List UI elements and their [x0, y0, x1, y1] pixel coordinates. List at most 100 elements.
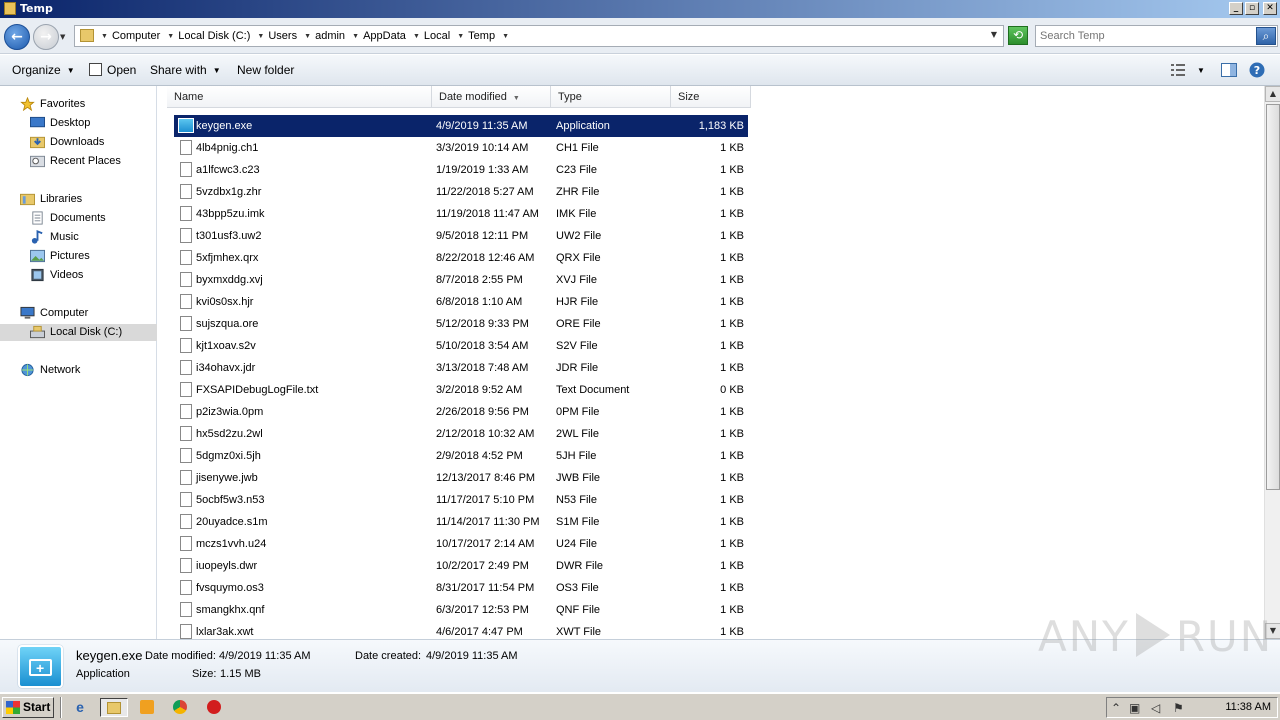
search-input[interactable]: [1040, 28, 1250, 44]
file-row[interactable]: t301usf3.uw2 9/5/2018 12:11 PM UW2 File 1 K…: [174, 225, 748, 247]
search-icon[interactable]: ⌕: [1256, 27, 1276, 45]
media-player-icon[interactable]: [137, 698, 157, 717]
file-row[interactable]: kjt1xoav.s2v 5/10/2018 3:54 AM S2V File 1 K…: [174, 335, 748, 357]
breadcrumb-item[interactable]: admin: [315, 30, 345, 42]
clock[interactable]: 11:38 AM: [1225, 701, 1271, 713]
file-list: Name Date modified ▼ Type Size keygen.exe…: [160, 86, 1280, 639]
nav-local-disk[interactable]: Local Disk (C:): [0, 324, 157, 341]
minimize-button[interactable]: _: [1229, 2, 1243, 15]
file-row[interactable]: fvsquymo.os3 8/31/2017 11:54 PM OS3 File 1 …: [174, 577, 748, 599]
scrollbar-thumb[interactable]: [1266, 104, 1280, 490]
file-row[interactable]: a1lfcwc3.c23 1/19/2019 1:33 AM C23 File 1 K…: [174, 159, 748, 181]
new-folder-button[interactable]: New folder: [237, 63, 294, 77]
breadcrumb-item[interactable]: Local Disk (C:): [178, 30, 250, 42]
volume-icon[interactable]: ◁: [1151, 701, 1160, 715]
nav-pictures[interactable]: Pictures: [0, 248, 157, 265]
internet-explorer-icon[interactable]: e: [70, 698, 90, 717]
show-hidden-icons-icon[interactable]: ⌃: [1111, 701, 1121, 715]
nav-label: Music: [50, 231, 79, 243]
file-row[interactable]: smangkhx.qnf 6/3/2017 12:53 PM QNF File 1 K…: [174, 599, 748, 621]
breadcrumb-item[interactable]: Local: [424, 30, 450, 42]
chevron-down-icon[interactable]: ▼: [101, 33, 108, 40]
start-button[interactable]: Start: [2, 697, 54, 718]
open-button[interactable]: Open: [89, 63, 136, 77]
file-row[interactable]: keygen.exe 4/9/2019 11:35 AM Application 1,…: [174, 115, 748, 137]
search-box[interactable]: ⌕: [1035, 25, 1278, 47]
column-header-type[interactable]: Type: [551, 86, 671, 108]
address-bar[interactable]: ▼ Computer ▼ Local Disk (C:) ▼ Users ▼ admin…: [74, 25, 1004, 47]
breadcrumb-item[interactable]: Computer: [112, 30, 160, 42]
maximize-button[interactable]: ▫: [1245, 2, 1259, 15]
share-with-button[interactable]: Share with ▼: [150, 63, 221, 77]
file-icon: [180, 140, 192, 155]
scroll-up-button[interactable]: ▲: [1265, 86, 1280, 102]
file-row[interactable]: p2iz3wia.0pm 2/26/2018 9:56 PM 0PM File 1 K…: [174, 401, 748, 423]
address-history-dropdown[interactable]: ▼: [991, 30, 997, 39]
file-date-modified: 4/9/2019 11:35 AM: [436, 120, 528, 132]
chevron-down-icon[interactable]: ▼: [352, 33, 359, 40]
file-row[interactable]: FXSAPIDebugLogFile.txt 3/2/2018 9:52 AM Te…: [174, 379, 748, 401]
close-button[interactable]: ✕: [1263, 2, 1277, 15]
help-icon[interactable]: ?: [1249, 62, 1265, 78]
network-status-icon[interactable]: ▣: [1129, 701, 1140, 715]
action-center-flag-icon[interactable]: ⚑: [1173, 701, 1184, 715]
explorer-taskbar-button[interactable]: [100, 698, 128, 717]
drive-icon: [30, 325, 45, 339]
chevron-down-icon[interactable]: ▼: [413, 33, 420, 40]
nav-network[interactable]: Network: [0, 362, 157, 379]
preview-pane-icon[interactable]: [1221, 63, 1237, 77]
refresh-button[interactable]: ⟲: [1008, 26, 1028, 45]
column-header-name[interactable]: Name: [167, 86, 432, 108]
file-row[interactable]: 5xfjmhex.qrx 8/22/2018 12:46 AM QRX File 1 …: [174, 247, 748, 269]
nav-libraries[interactable]: Libraries: [0, 191, 157, 208]
back-button[interactable]: ←: [4, 24, 30, 50]
chrome-icon[interactable]: [170, 698, 190, 717]
nav-music[interactable]: Music: [0, 229, 157, 246]
breadcrumb-item[interactable]: AppData: [363, 30, 406, 42]
file-row[interactable]: 5ocbf5w3.n53 11/17/2017 5:10 PM N53 File 1 …: [174, 489, 748, 511]
red-circle-icon: [207, 700, 221, 714]
file-date-modified: 11/17/2017 5:10 PM: [436, 494, 535, 506]
security-app-icon[interactable]: [204, 698, 224, 717]
nav-videos[interactable]: Videos: [0, 267, 157, 284]
recent-pages-dropdown[interactable]: ▼: [60, 33, 65, 41]
view-options-icon[interactable]: [1170, 63, 1186, 77]
breadcrumb-item[interactable]: Users: [268, 30, 297, 42]
nav-favorites[interactable]: Favorites: [0, 96, 157, 113]
file-row[interactable]: 20uyadce.s1m 11/14/2017 11:30 PM S1M File 1…: [174, 511, 748, 533]
vertical-scrollbar[interactable]: ▲ ▼: [1264, 86, 1280, 639]
breadcrumb-item[interactable]: Temp: [468, 30, 495, 42]
file-row[interactable]: sujszqua.ore 5/12/2018 9:33 PM ORE File 1 K…: [174, 313, 748, 335]
file-row[interactable]: kvi0s0sx.hjr 6/8/2018 1:10 AM HJR File 1 KB: [174, 291, 748, 313]
file-row[interactable]: jisenywe.jwb 12/13/2017 8:46 PM JWB File 1 …: [174, 467, 748, 489]
file-row[interactable]: 5vzdbx1g.zhr 11/22/2018 5:27 AM ZHR File 1 …: [174, 181, 748, 203]
file-date-modified: 9/5/2018 12:11 PM: [436, 230, 529, 242]
file-row[interactable]: mczs1vvh.u24 10/17/2017 2:14 AM U24 File 1 …: [174, 533, 748, 555]
chevron-down-icon[interactable]: ▼: [1197, 66, 1205, 75]
column-header-size[interactable]: Size: [671, 86, 751, 108]
nav-documents[interactable]: Documents: [0, 210, 157, 227]
nav-computer[interactable]: Computer: [0, 305, 157, 322]
details-date-modified-label: Date modified:: [145, 650, 216, 662]
network-icon: [21, 363, 34, 377]
file-row[interactable]: 43bpp5zu.imk 11/19/2018 11:47 AM IMK File 1…: [174, 203, 748, 225]
file-icon: [180, 184, 192, 199]
file-row[interactable]: hx5sd2zu.2wl 2/12/2018 10:32 AM 2WL File 1 …: [174, 423, 748, 445]
chevron-down-icon[interactable]: ▼: [457, 33, 464, 40]
organize-button[interactable]: Organize ▼: [12, 63, 75, 77]
nav-downloads[interactable]: Downloads: [0, 134, 157, 151]
chevron-down-icon[interactable]: ▼: [304, 33, 311, 40]
file-row[interactable]: iuopeyls.dwr 10/2/2017 2:49 PM DWR File 1 K…: [174, 555, 748, 577]
file-row[interactable]: i34ohavx.jdr 3/13/2018 7:48 AM JDR File 1 K…: [174, 357, 748, 379]
chevron-down-icon[interactable]: ▼: [167, 33, 174, 40]
file-row[interactable]: 5dgmz0xi.5jh 2/9/2018 4:52 PM 5JH File 1 KB: [174, 445, 748, 467]
file-date-modified: 11/14/2017 11:30 PM: [436, 516, 540, 528]
chevron-down-icon[interactable]: ▼: [502, 33, 509, 40]
nav-desktop[interactable]: Desktop: [0, 115, 157, 132]
nav-recent-places[interactable]: Recent Places: [0, 153, 157, 170]
file-row[interactable]: 4lb4pnig.ch1 3/3/2019 10:14 AM CH1 File 1 K…: [174, 137, 748, 159]
chevron-down-icon[interactable]: ▼: [257, 33, 264, 40]
column-header-date-modified[interactable]: Date modified ▼: [432, 86, 551, 108]
forward-button[interactable]: →: [33, 24, 59, 50]
file-row[interactable]: byxmxddg.xvj 8/7/2018 2:55 PM XVJ File 1 KB: [174, 269, 748, 291]
